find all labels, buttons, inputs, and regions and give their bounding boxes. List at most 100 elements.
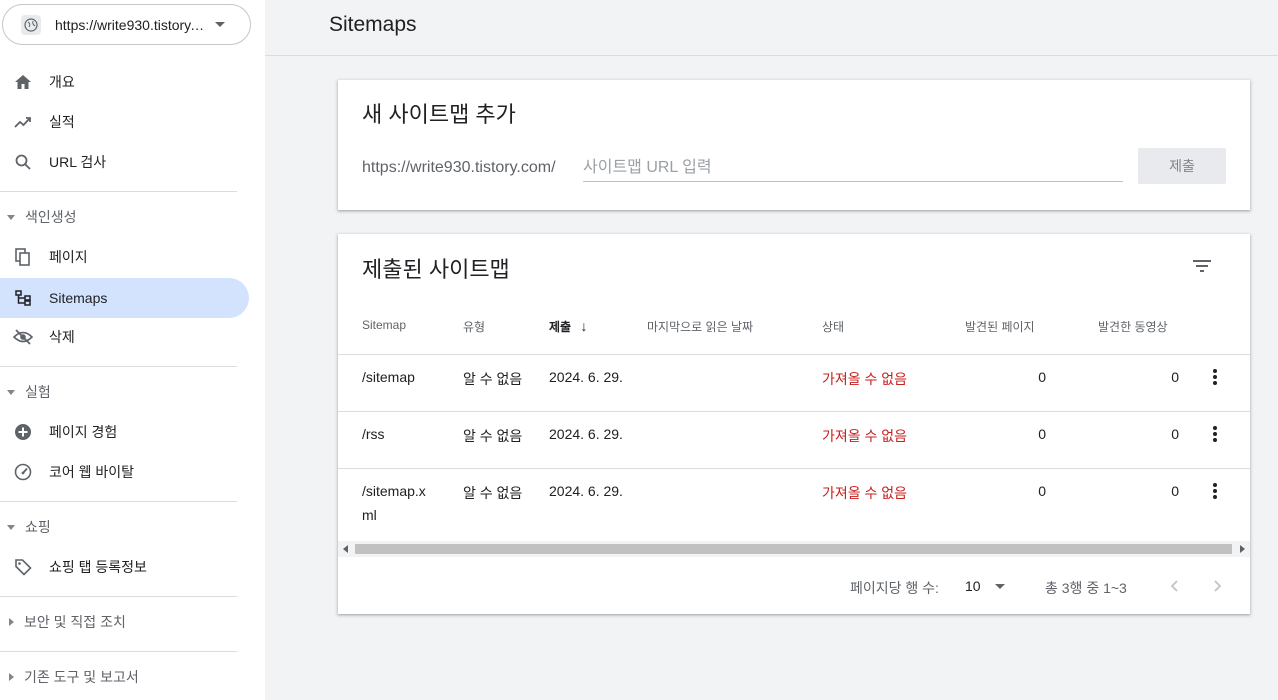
submit-button[interactable]: 제출 [1138,148,1226,184]
cell-sitemap[interactable]: /sitemap [362,369,415,385]
more-vert-icon[interactable] [1203,479,1227,503]
page-header: Sitemaps [265,0,1278,56]
sidebar-item-core-web-vitals[interactable]: 코어 웹 바이탈 [0,452,249,492]
page-title: Sitemaps [329,13,417,36]
sidebar-item-label: 실적 [49,114,75,130]
caret-down-icon [7,524,15,530]
next-page-icon[interactable] [1206,574,1230,598]
cell-sitemap[interactable]: /rss [362,426,385,442]
arrow-down-icon: ↓ [580,318,588,334]
sidebar-item-label: 페이지 [49,249,88,265]
column-header-type[interactable]: 유형 [463,318,485,335]
column-header-discovered-pages[interactable]: 발견된 페이지 [965,318,1035,335]
sidebar-item-label: 쇼핑 탭 등록정보 [49,559,147,575]
more-vert-icon[interactable] [1203,422,1227,446]
section-security-manual-actions[interactable]: 보안 및 직접 조치 [0,607,240,637]
cell-videos: 0 [1171,426,1179,442]
section-label: 기존 도구 및 보고서 [24,669,139,685]
cell-pages: 0 [1038,483,1046,499]
column-header-discovered-videos[interactable]: 발견한 동영상 [1098,318,1168,335]
divider [0,366,237,367]
divider [0,501,237,502]
sidebar-item-performance[interactable]: 실적 [0,102,249,142]
section-legacy-tools[interactable]: 기존 도구 및 보고서 [0,662,240,692]
chevron-down-icon [215,22,225,27]
plus-circle-icon [13,422,33,442]
caret-right-icon [9,618,14,626]
submitted-sitemaps-title: 제출된 사이트맵 [362,257,510,282]
cell-type: 알 수 없음 [463,485,523,501]
trending-up-icon [13,112,33,132]
property-url: https://write930.tistory.com/ [55,16,205,33]
rows-per-page-label: 페이지당 행 수: [850,580,939,596]
sidebar-item-shopping-tab-listings[interactable]: 쇼핑 탭 등록정보 [0,547,249,587]
column-header-status[interactable]: 상태 [822,318,844,335]
section-label: 실험 [25,384,51,400]
section-label: 보안 및 직접 조치 [24,614,126,630]
globe-icon [21,14,41,35]
sitemap-url-input[interactable] [583,154,1123,182]
sidebar-item-removals[interactable]: 삭제 [0,317,249,357]
scrollbar-thumb[interactable] [355,544,1232,554]
sidebar-item-overview[interactable]: 개요 [0,62,249,102]
scroll-left-arrow-icon[interactable] [343,545,348,553]
sidebar-item-label: Sitemaps [49,290,108,306]
rows-per-page-select[interactable]: 10 [965,578,981,594]
cell-pages: 0 [1038,426,1046,442]
sidebar-item-pages[interactable]: 페이지 [0,237,249,277]
sidebar-item-sitemaps[interactable]: Sitemaps [0,278,249,318]
search-icon [13,152,33,172]
pagination-range: 총 3행 중 1~3 [1045,580,1127,596]
cell-status: 가져올 수 없음 [822,428,908,444]
sidebar-item-label: 코어 웹 바이탈 [49,464,135,480]
column-header-sitemap[interactable]: Sitemap [362,318,406,332]
column-header-label: 제출 [549,320,572,334]
caret-down-icon [7,389,15,395]
cell-submitted: 2024. 6. 29. [549,369,623,385]
sidebar-item-label: 삭제 [49,329,75,345]
more-vert-icon[interactable] [1203,365,1227,389]
sidebar-item-page-experience[interactable]: 페이지 경험 [0,412,249,452]
sitemap-icon [13,288,33,308]
sidebar: https://write930.tistory.com/ 개요 실적 URL … [0,0,265,700]
section-indexing[interactable]: 색인생성 [0,202,240,232]
cell-status: 가져올 수 없음 [822,371,908,387]
sidebar-item-label: 개요 [49,74,75,90]
section-experience[interactable]: 실험 [0,377,240,407]
cell-submitted: 2024. 6. 29. [549,426,623,442]
cell-type: 알 수 없음 [463,428,523,444]
section-shopping[interactable]: 쇼핑 [0,512,240,542]
section-label: 색인생성 [25,209,77,225]
add-sitemap-title: 새 사이트맵 추가 [362,102,516,127]
sidebar-item-label: 페이지 경험 [49,424,118,440]
caret-down-icon [7,214,15,220]
caret-right-icon [9,673,14,681]
row-divider [338,411,1250,412]
row-divider [338,468,1250,469]
speedometer-icon [13,462,33,482]
sidebar-item-url-inspection[interactable]: URL 검사 [0,142,249,182]
chevron-down-icon[interactable] [995,584,1005,589]
cell-sitemap-wrap: ml [362,507,377,523]
divider [0,651,237,652]
cell-submitted: 2024. 6. 29. [549,483,623,499]
column-header-last-read[interactable]: 마지막으로 읽은 날짜 [647,318,753,335]
cell-pages: 0 [1038,369,1046,385]
cell-sitemap[interactable]: /sitemap.x [362,483,426,499]
column-header-submitted[interactable]: 제출 ↓ [549,318,587,335]
filter-icon[interactable] [1190,254,1214,278]
add-sitemap-card: 새 사이트맵 추가 https://write930.tistory.com/ … [338,80,1250,210]
previous-page-icon[interactable] [1162,574,1186,598]
eye-off-icon [13,327,33,347]
sitemap-url-prefix: https://write930.tistory.com/ [362,159,556,176]
horizontal-scrollbar[interactable] [338,541,1250,557]
cell-type: 알 수 없음 [463,371,523,387]
property-selector[interactable]: https://write930.tistory.com/ [2,4,251,45]
tag-icon [13,557,33,577]
sidebar-item-label: URL 검사 [49,154,107,170]
scroll-right-arrow-icon[interactable] [1240,545,1245,553]
cell-status: 가져올 수 없음 [822,485,908,501]
divider [0,191,237,192]
cell-videos: 0 [1171,483,1179,499]
home-icon [13,72,33,92]
